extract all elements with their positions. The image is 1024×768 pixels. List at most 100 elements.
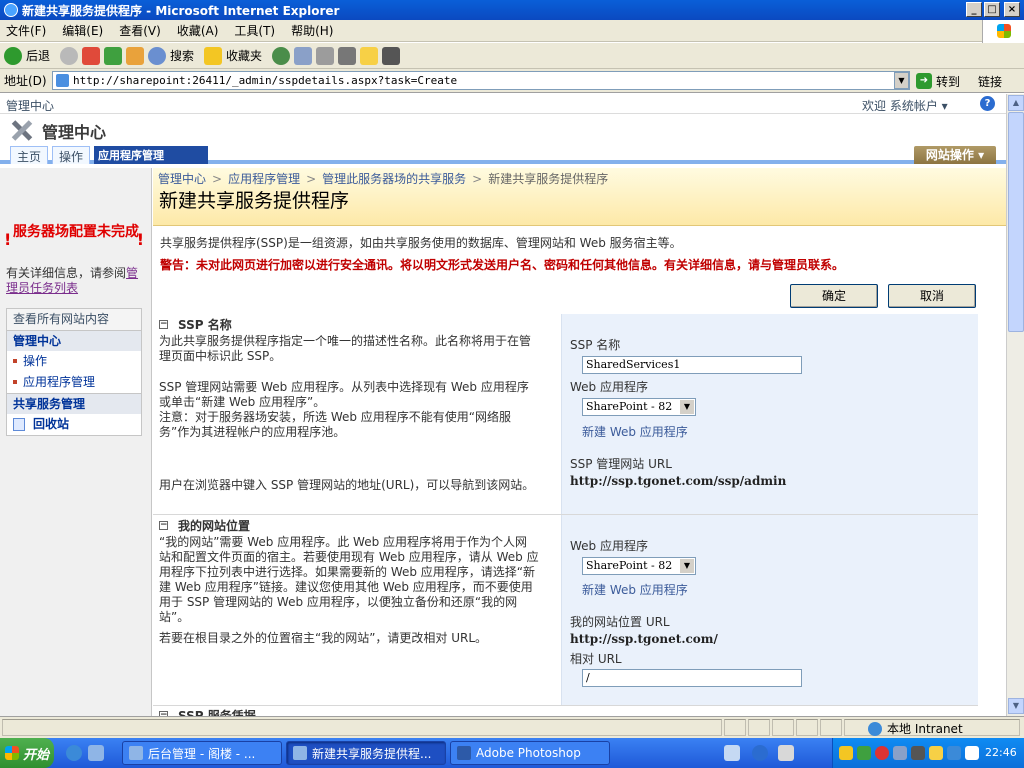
vertical-scrollbar[interactable]: ▲ ▼ — [1006, 94, 1024, 716]
top-nav-tabs: 主页 操作 应用程序管理 网站操作 ▾ — [0, 144, 1006, 164]
shield-icon[interactable] — [839, 746, 853, 760]
mysite-webapp-label: Web 应用程序 — [570, 539, 648, 553]
status-cell — [796, 719, 818, 736]
nav-head-shared-services[interactable]: 共享服务管理 — [7, 393, 141, 414]
address-dropdown-icon[interactable]: ▼ — [894, 72, 909, 89]
address-bar: 地址(D) http://sharepoint:26411/_admin/ssp… — [0, 69, 1024, 93]
volume-icon[interactable] — [965, 746, 979, 760]
ssp-desc-1: 为此共享服务提供程序指定一个唯一的描述性名称。此名称将用于在管理页面中标识此 S… — [159, 334, 532, 363]
tray-icon[interactable] — [857, 746, 871, 760]
welcome-menu[interactable]: 欢迎 系统帐户 ▾ — [862, 97, 948, 114]
breadcrumb-item[interactable]: 管理中心 — [158, 172, 206, 186]
tools-icon — [6, 118, 36, 144]
main-content: 管理中心 > 应用程序管理 > 管理此服务器场的共享服务 > 新建共享服务提供程序 新建共享… — [153, 168, 1006, 716]
back-button[interactable]: 后退 — [26, 47, 50, 64]
mysite-new-webapp-link[interactable]: 新建 Web 应用程序 — [582, 581, 688, 598]
security-warning: 警告：未对此网页进行加密以进行安全通讯。将以明文形式发送用户名、密码和任何其他信… — [160, 258, 845, 272]
network-icon[interactable] — [724, 745, 740, 761]
refresh-icon[interactable] — [104, 46, 123, 65]
taskbar-item[interactable]: Adobe Photoshop — [450, 741, 610, 765]
view-all-content-link[interactable]: 查看所有网站内容 — [7, 309, 141, 330]
help-icon[interactable] — [752, 745, 768, 761]
ok-button[interactable]: 确定 — [790, 284, 878, 308]
taskbar-item-active[interactable]: 新建共享服务提供程... — [286, 741, 446, 765]
menu-file[interactable]: 文件(F) — [6, 22, 46, 39]
links-button[interactable]: 链接 — [978, 73, 1002, 90]
site-title-text[interactable]: 管理中心 — [42, 119, 106, 143]
recycle-bin-link[interactable]: 回收站 — [7, 414, 141, 435]
edit-icon[interactable] — [338, 46, 357, 65]
menu-favorites[interactable]: 收藏(A) — [177, 22, 219, 39]
tab-operations[interactable]: 操作 — [52, 146, 91, 164]
minimize-button[interactable]: _ — [966, 2, 982, 17]
sp-topbar: 管理中心 欢迎 系统帐户 ▾ ? — [0, 94, 1006, 114]
clock[interactable]: 22:46 — [985, 746, 1017, 759]
tray-icon[interactable] — [893, 746, 907, 760]
menu-help[interactable]: 帮助(H) — [291, 22, 333, 39]
back-arrow-icon[interactable] — [4, 46, 22, 65]
ssp-webapp-label: Web 应用程序 — [570, 380, 648, 394]
site-actions-menu[interactable]: 网站操作 ▾ — [914, 146, 996, 164]
menu-bar: 文件(F) 编辑(E) 查看(V) 收藏(A) 工具(T) 帮助(H) — [0, 20, 1024, 42]
ssp-desc-3: 注意：对于服务器场安装，所选 Web 应用程序不能有使用“网络服务”作为其进程帐… — [159, 410, 512, 439]
address-input[interactable]: http://sharepoint:26411/_admin/sspdetail… — [52, 71, 910, 90]
ssp-desc-4: 用户在浏览器中键入 SSP 管理网站的地址(URL)，可以导航到该网站。 — [159, 478, 535, 492]
print-icon[interactable] — [316, 46, 335, 65]
ie-quicklaunch-icon[interactable] — [66, 745, 82, 761]
menu-tools[interactable]: 工具(T) — [234, 22, 275, 39]
home-icon[interactable] — [126, 46, 145, 65]
tray-icon[interactable] — [911, 746, 925, 760]
menu-view[interactable]: 查看(V) — [119, 22, 161, 39]
menu-edit[interactable]: 编辑(E) — [62, 22, 103, 39]
tab-application-management[interactable]: 应用程序管理 — [94, 146, 208, 164]
ssp-webapp-select[interactable]: SharePoint - 82 ▼ — [582, 398, 696, 416]
collapse-icon[interactable]: − — [159, 521, 168, 530]
sp-top-crumb[interactable]: 管理中心 — [6, 97, 54, 114]
tray-icon[interactable] — [778, 745, 794, 761]
window-icon — [293, 746, 307, 760]
breadcrumb-item[interactable]: 管理此服务器场的共享服务 — [322, 172, 466, 186]
scroll-thumb[interactable] — [1008, 112, 1024, 332]
status-cell — [724, 719, 746, 736]
search-icon[interactable] — [148, 46, 167, 65]
maximize-button[interactable]: □ — [984, 2, 1000, 17]
mysite-desc-1: “我的网站”需要 Web 应用程序。此 Web 应用程序将用于作为个人网站和配置… — [159, 535, 539, 624]
ssp-new-webapp-link[interactable]: 新建 Web 应用程序 — [582, 423, 688, 440]
history-icon[interactable] — [272, 46, 291, 65]
stop-icon[interactable] — [82, 46, 101, 65]
tray-icon[interactable] — [947, 746, 961, 760]
messenger-icon[interactable] — [382, 46, 401, 65]
favorites-star-icon[interactable] — [204, 46, 223, 65]
nav-item-application-management[interactable]: 应用程序管理 — [7, 372, 141, 393]
search-button[interactable]: 搜索 — [170, 47, 194, 64]
favorites-button[interactable]: 收藏夹 — [226, 47, 262, 64]
mysite-relative-url-input[interactable]: / — [582, 669, 802, 687]
forward-arrow-icon[interactable] — [60, 46, 79, 65]
mysite-fields: Web 应用程序 SharePoint - 82 ▼ 新建 Web 应用程序 我… — [561, 515, 978, 705]
close-button[interactable]: × — [1004, 2, 1020, 17]
breadcrumb-item[interactable]: 应用程序管理 — [228, 172, 300, 186]
nav-head-central-admin[interactable]: 管理中心 — [7, 330, 141, 351]
ssp-name-input[interactable]: SharedServices1 — [582, 356, 802, 374]
mail-icon[interactable] — [294, 46, 313, 65]
scroll-down-icon[interactable]: ▼ — [1008, 698, 1024, 714]
discuss-icon[interactable] — [360, 46, 379, 65]
nav-item-operations[interactable]: 操作 — [7, 351, 141, 372]
collapse-icon[interactable]: − — [159, 320, 168, 329]
mysite-url-value: http://ssp.tgonet.com/ — [570, 632, 718, 646]
block-icon[interactable] — [875, 746, 889, 760]
mysite-webapp-select[interactable]: SharePoint - 82 ▼ — [582, 557, 696, 575]
page-title: 新建共享服务提供程序 — [159, 190, 350, 212]
ssp-name-title[interactable]: − SSP 名称 — [159, 316, 232, 333]
mysite-title[interactable]: − 我的网站位置 — [159, 517, 250, 534]
tray-icon[interactable] — [929, 746, 943, 760]
ssp-credentials-title[interactable]: − SSP 服务凭据 — [159, 707, 256, 716]
tab-home[interactable]: 主页 — [10, 146, 49, 164]
start-button[interactable]: 开始 — [0, 738, 54, 768]
taskbar-item[interactable]: 后台管理 - 阁楼 - ... — [122, 741, 282, 765]
desktop-quicklaunch-icon[interactable] — [88, 745, 104, 761]
cancel-button[interactable]: 取消 — [888, 284, 976, 308]
help-icon[interactable]: ? — [980, 96, 995, 111]
go-button[interactable]: ➜ 转到 — [916, 71, 970, 91]
scroll-up-icon[interactable]: ▲ — [1008, 95, 1024, 111]
